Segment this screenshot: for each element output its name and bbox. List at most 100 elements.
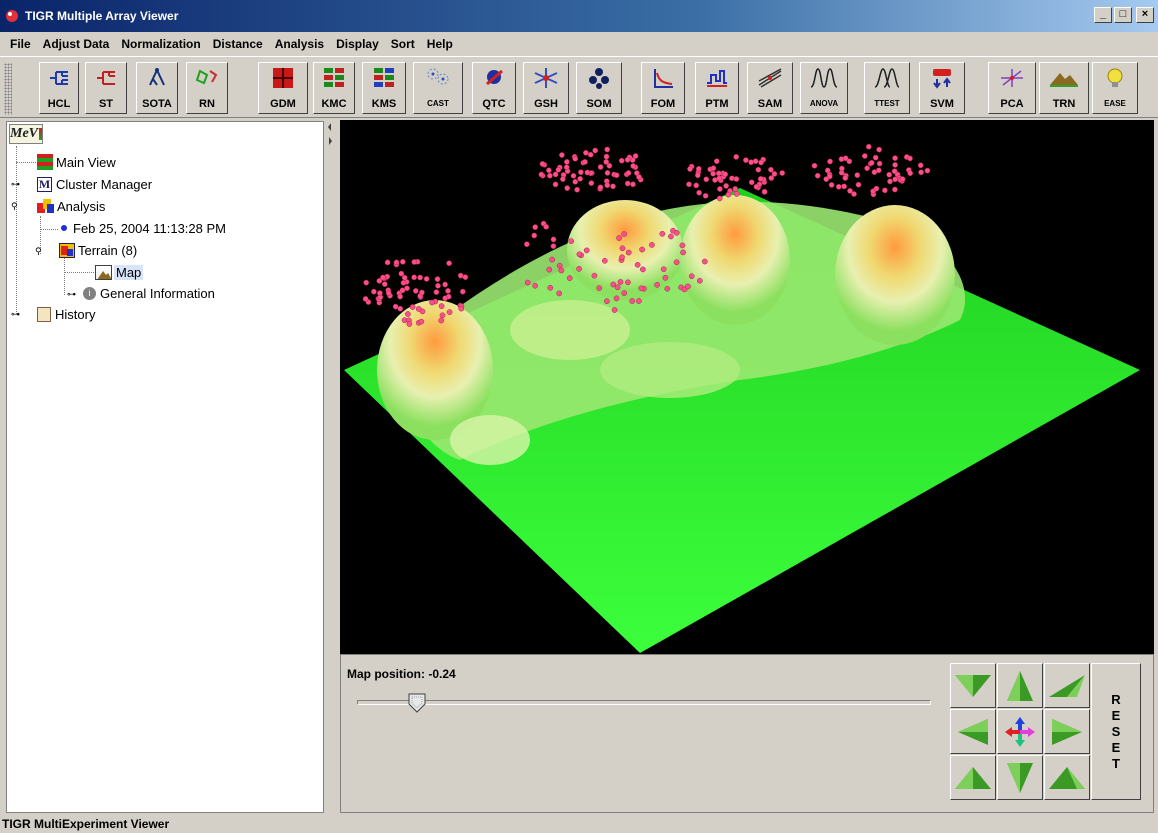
gene-point [550,236,557,243]
ttest-button[interactable]: TTEST [864,62,910,114]
st-button[interactable]: ST [85,62,127,114]
gene-point [722,171,729,178]
gene-point [546,167,552,174]
gene-point [438,303,445,309]
gene-point [539,161,546,167]
gsh-button[interactable]: GSH [523,62,569,114]
arrow-up-left-icon [955,674,991,697]
general-info-expander[interactable]: ⊶ [67,289,77,299]
gene-point [611,307,618,313]
svm-icon [933,69,951,89]
hcl-button[interactable]: HCL [39,62,79,114]
sam-icon [758,68,782,88]
gene-point [680,249,686,256]
gene-point [861,153,868,159]
gene-point [568,238,575,244]
kms-button[interactable]: KMS [362,62,406,114]
gene-point [619,254,625,261]
gene-point [552,171,559,178]
menu-adjust-data[interactable]: Adjust Data [37,35,116,53]
gene-point [576,265,582,272]
rotate-up-button[interactable] [997,663,1043,708]
tree-item-analysis[interactable]: Analysis [37,196,105,216]
gene-point [702,192,709,199]
rotate-up-left-button[interactable] [950,663,996,708]
sam-button[interactable]: SAM [747,62,793,114]
cluster-manager-expander[interactable]: ⊶ [11,179,21,189]
gene-point [654,281,660,288]
trn-button[interactable]: TRN [1039,62,1089,114]
terrain-3d-view[interactable] [340,120,1154,654]
terrain-expander[interactable]: ⚲ [35,246,45,256]
tree-item-history[interactable]: History [37,304,95,324]
gene-distance-matrix-icon [273,68,293,88]
rotate-up-right-button[interactable] [1044,663,1090,708]
rotate-down-right-button[interactable] [1044,755,1090,800]
sota-button[interactable]: SOTA [136,62,178,114]
rotate-down-left-button[interactable] [950,755,996,800]
terrain-icon [1050,73,1078,87]
menu-help[interactable]: Help [421,35,459,53]
gene-point [434,276,441,282]
rotate-left-button[interactable] [950,709,996,754]
panel-splitter[interactable] [325,121,335,813]
gene-point [411,274,417,281]
terrain-controls: Map position: -0.24 R E S E T [340,654,1154,813]
qtc-button[interactable]: QTC [472,62,516,114]
minimize-button[interactable]: _ [1094,7,1112,23]
slider-thumb[interactable] [408,693,426,713]
gene-point [865,143,872,150]
som-button[interactable]: SOM [576,62,622,114]
rotate-down-button[interactable] [997,755,1043,800]
splitter-arrows-icon [328,123,332,145]
sota-tree-icon [149,68,165,86]
menu-normalization[interactable]: Normalization [115,35,206,53]
gene-point [768,166,774,173]
menu-file[interactable]: File [4,35,37,53]
toolbar-grip[interactable] [4,63,12,115]
gene-point [543,223,549,230]
ptm-button[interactable]: PTM [695,62,739,114]
menu-sort[interactable]: Sort [385,35,421,53]
gene-point [716,175,723,182]
tree-item-general-information[interactable]: i General Information [83,283,215,303]
reset-button[interactable]: R E S E T [1091,663,1141,800]
som-icon [589,68,609,89]
gene-point [563,164,570,171]
tree-item-main-view[interactable]: Main View [37,152,116,172]
menu-distance[interactable]: Distance [207,35,269,53]
anova-icon [810,68,838,88]
tree-item-terrain[interactable]: Terrain (8) [59,240,137,260]
anova-button[interactable]: ANOVA [800,62,848,114]
maximize-button[interactable]: □ [1114,7,1132,23]
pca-button[interactable]: PCA [988,62,1036,114]
menu-display[interactable]: Display [330,35,385,53]
kmc-button[interactable]: KMC [313,62,355,114]
map-icon [95,264,112,280]
history-expander[interactable]: ⊶ [11,309,21,319]
svm-button[interactable]: SVM [919,62,965,114]
map-position-slider[interactable] [357,700,931,705]
arrow-up-icon [1007,670,1033,701]
gdm-button[interactable]: GDM [258,62,308,114]
menu-analysis[interactable]: Analysis [269,35,330,53]
move-center-button[interactable] [997,709,1043,754]
close-button[interactable]: × [1136,7,1154,23]
ease-button[interactable]: EASE [1092,62,1138,114]
tree-item-cluster-manager[interactable]: M Cluster Manager [37,174,152,194]
gene-point [566,275,573,281]
ease-lightbulb-icon [1107,68,1123,87]
rn-button[interactable]: RN [186,62,228,114]
gene-point [634,261,641,268]
cast-button[interactable]: CAST [413,62,463,114]
gene-point [876,160,883,167]
rotate-right-button[interactable] [1044,709,1090,754]
tree-item-map[interactable]: Map [95,262,144,282]
gene-point [630,163,637,169]
analysis-expander[interactable]: ⚲ [11,201,21,211]
gene-point [639,246,645,253]
fom-button[interactable]: FOM [641,62,685,114]
gene-point [624,180,631,187]
gene-point [673,259,680,266]
tree-item-timestamp[interactable]: Feb 25, 2004 11:13:28 PM [61,218,226,238]
